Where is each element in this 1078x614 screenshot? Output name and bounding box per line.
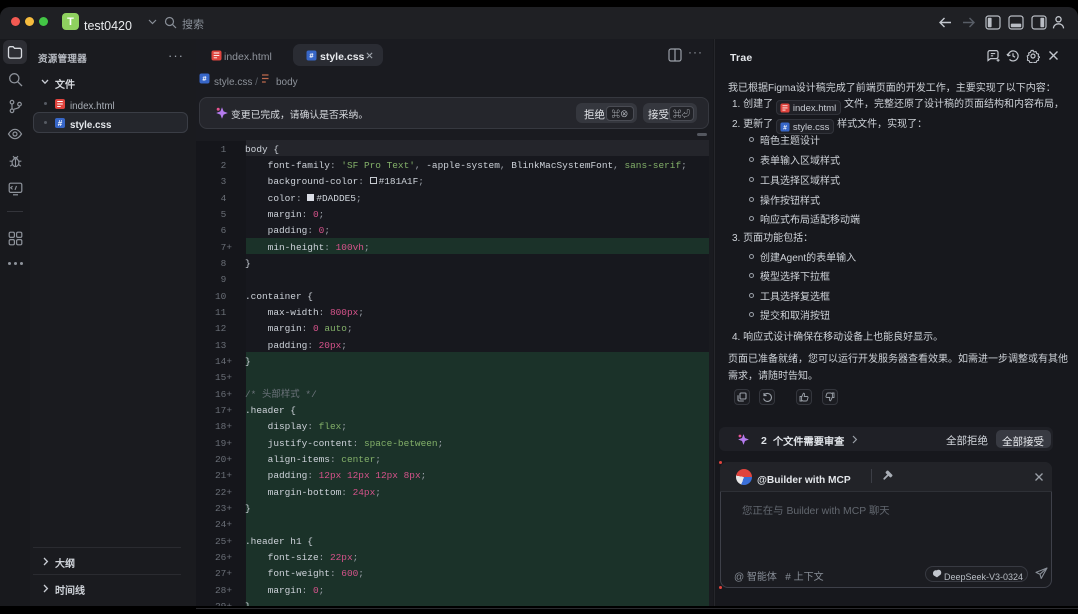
- svg-text:#: #: [58, 119, 63, 128]
- svg-text:#: #: [783, 124, 787, 131]
